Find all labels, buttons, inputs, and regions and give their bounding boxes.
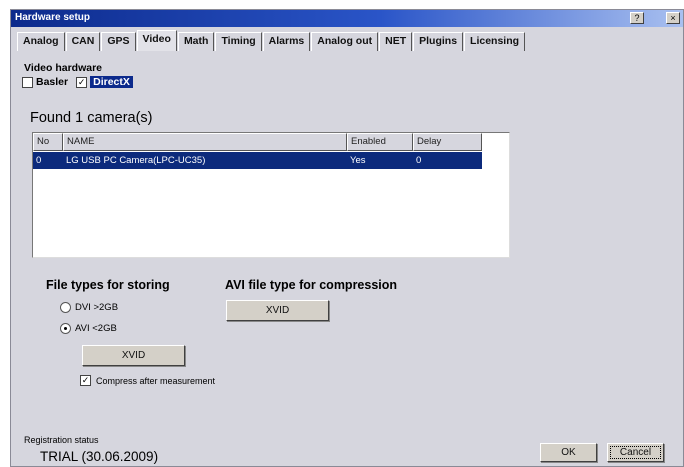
tab-gps[interactable]: GPS: [101, 32, 136, 51]
ok-button[interactable]: OK: [540, 443, 597, 462]
found-cameras-label: Found 1 camera(s): [30, 110, 153, 126]
tab-timing[interactable]: Timing: [215, 32, 262, 51]
directx-checkbox[interactable]: ✓: [76, 76, 88, 88]
tab-video[interactable]: Video: [136, 30, 177, 51]
column-header-delay[interactable]: Delay: [413, 133, 482, 151]
title-bar: Hardware setup ? ×: [11, 10, 683, 27]
column-header-name[interactable]: NAME: [63, 133, 347, 151]
cell-name: LG USB PC Camera(LPC-UC35): [66, 155, 206, 166]
avi-radio[interactable]: [60, 323, 71, 334]
table-row[interactable]: 0 LG USB PC Camera(LPC-UC35) Yes 0: [33, 152, 482, 169]
tab-math[interactable]: Math: [177, 32, 215, 51]
cell-no: 0: [36, 155, 42, 166]
tab-net[interactable]: NET: [379, 32, 413, 51]
basler-checkbox[interactable]: [22, 76, 33, 88]
tab-strip: Analog CAN GPS Video Math Timing Alarms …: [17, 30, 526, 52]
cancel-button[interactable]: Cancel: [607, 443, 664, 462]
column-header-enabled[interactable]: Enabled: [347, 133, 413, 151]
tab-alarms[interactable]: Alarms: [262, 32, 311, 51]
compress-label: Compress after measurement: [96, 375, 216, 386]
compress-checkbox[interactable]: ✓: [80, 375, 91, 386]
help-icon[interactable]: ?: [630, 12, 644, 24]
video-hardware-label: Video hardware: [24, 62, 103, 74]
tab-plugins[interactable]: Plugins: [413, 32, 464, 51]
tab-analog[interactable]: Analog: [17, 32, 65, 51]
compress-option[interactable]: ✓ Compress after measurement: [80, 375, 215, 386]
dvi-radio[interactable]: [60, 302, 71, 313]
close-icon[interactable]: ×: [666, 12, 680, 24]
directx-label: DirectX: [90, 76, 133, 88]
dvi-option[interactable]: DVI >2GB: [60, 302, 118, 313]
basler-label: Basler: [36, 76, 69, 88]
cell-enabled: Yes: [350, 155, 366, 166]
tab-can[interactable]: CAN: [65, 32, 101, 51]
tab-analog-out[interactable]: Analog out: [311, 32, 379, 51]
tab-licensing[interactable]: Licensing: [464, 32, 526, 51]
directx-option[interactable]: ✓ DirectX: [76, 76, 133, 88]
avi-compression-label: AVI file type for compression: [225, 278, 398, 292]
basler-option[interactable]: Basler: [22, 76, 68, 88]
table-header: No NAME Enabled Delay: [33, 133, 482, 151]
camera-table[interactable]: No NAME Enabled Delay 0 LG USB PC Camera…: [32, 132, 510, 258]
video-hardware-options: Basler ✓ DirectX: [22, 75, 141, 89]
window-title: Hardware setup: [15, 12, 91, 23]
storing-codec-button[interactable]: XVID: [82, 345, 185, 366]
cell-delay: 0: [416, 155, 422, 166]
registration-status-label: Registration status: [24, 435, 99, 445]
compression-codec-button[interactable]: XVID: [226, 300, 329, 321]
column-header-no[interactable]: No: [33, 133, 63, 151]
registration-status-value: TRIAL (30.06.2009): [40, 449, 159, 464]
avi-label: AVI <2GB: [75, 323, 117, 334]
dvi-label: DVI >2GB: [75, 302, 119, 313]
file-types-label: File types for storing: [46, 278, 170, 292]
avi-option[interactable]: AVI <2GB: [60, 323, 117, 334]
